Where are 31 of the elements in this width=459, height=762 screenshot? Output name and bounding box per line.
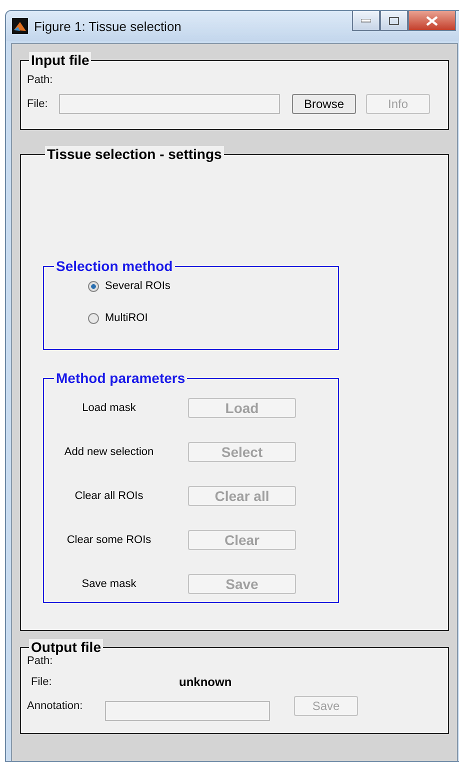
maximize-button[interactable] [380,11,408,31]
file-label: File: [27,98,49,110]
panel-title: Input file [29,52,92,68]
radio-button[interactable] [88,312,99,324]
annotation-field[interactable] [105,701,270,721]
panel-title: Tissue selection - settings [45,146,224,162]
panel-title: Selection method [55,258,174,274]
parameter-label: Clear some ROIs [66,534,152,546]
parameter-label: Load mask [81,402,137,414]
panel-title: Output file [29,639,103,655]
close-button[interactable] [408,11,456,31]
path-label: Path: [27,655,54,667]
file-label: File: [30,676,53,688]
path-label: Path: [27,74,54,86]
window-title: Figure 1: Tissue selection [34,18,182,34]
maximize-icon [389,16,399,24]
parameter-label: Clear all ROIs [74,490,144,502]
app-icon [12,18,28,34]
annotation-label: Annotation: [27,700,84,712]
close-icon [426,16,438,26]
parameter-label: Add new selection [63,446,155,458]
minimize-button[interactable] [352,11,380,31]
file-field[interactable] [59,94,280,114]
file-value: unknown [179,675,232,689]
radio-button[interactable] [88,280,99,292]
minimize-icon [361,18,371,22]
radio-option[interactable]: MultiROI [88,310,148,326]
browse-button[interactable]: Browse [292,94,356,114]
radio-option[interactable]: Several ROIs [88,278,170,294]
panel-title: Method parameters [55,370,186,386]
parameter-label: Save mask [80,578,138,590]
